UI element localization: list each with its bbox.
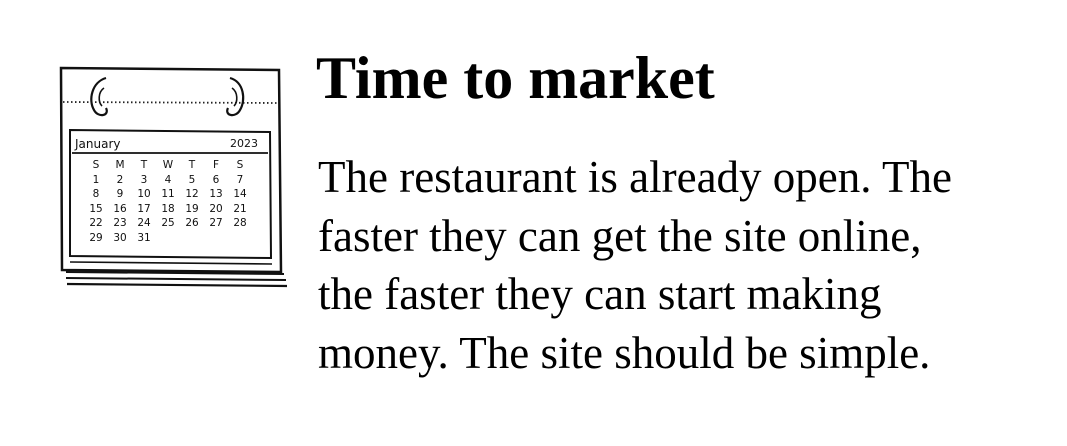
calendar-day: 30 — [113, 231, 127, 244]
calendar-month: January — [75, 137, 121, 151]
calendar-day: 7 — [236, 173, 244, 186]
calendar-day: 23 — [113, 217, 127, 229]
page-title: Time to market — [316, 45, 715, 111]
calendar-day: 5 — [188, 173, 196, 186]
calendar-day: 2 — [116, 173, 124, 186]
calendar-day: 17 — [137, 202, 151, 215]
calendar-day: 4 — [164, 173, 172, 186]
weekday-label: T — [140, 159, 148, 171]
calendar-day: 25 — [161, 217, 175, 229]
body-line: the faster they can start making — [318, 269, 882, 319]
calendar-day: 14 — [233, 188, 247, 200]
calendar-day: 11 — [161, 188, 175, 200]
calendar-year: 2023 — [230, 137, 258, 150]
calendar-day: 1 — [92, 173, 100, 186]
calendar-day: 10 — [137, 188, 151, 200]
body-line: faster they can get the site online, — [318, 210, 922, 261]
weekday-label: W — [162, 159, 174, 171]
weekday-label: S — [92, 159, 100, 171]
calendar-day: 28 — [233, 217, 247, 229]
calendar-day: 21 — [233, 202, 247, 215]
body-line: money. The site should be simple. — [318, 327, 931, 378]
calendar-day: 22 — [89, 217, 103, 229]
calendar-day: 12 — [185, 188, 199, 200]
calendar-day: 6 — [212, 173, 220, 186]
calendar-day: 31 — [137, 231, 151, 244]
calendar-grid: S M T W T F S 1 2 3 4 5 6 7 8 9 10 11 12… — [84, 158, 252, 245]
calendar-day: 13 — [209, 188, 223, 200]
slide: January 2023 S M T W T F S 1 2 3 4 5 6 7… — [0, 0, 1067, 446]
calendar-day: 24 — [137, 217, 151, 229]
calendar-icon: January 2023 S M T W T F S 1 2 3 4 5 6 7… — [58, 66, 288, 292]
calendar-day: 9 — [116, 188, 124, 200]
body-line: The restaurant is already open. The — [318, 152, 952, 202]
calendar-day: 26 — [185, 217, 199, 229]
calendar-day: 18 — [161, 202, 175, 215]
body-paragraph: The restaurant is already open. The fast… — [318, 148, 1038, 382]
weekday-label: M — [115, 159, 125, 171]
calendar-day: 20 — [209, 202, 223, 215]
weekday-label: S — [236, 159, 244, 171]
calendar-day: 15 — [89, 202, 103, 215]
weekday-label: F — [212, 159, 220, 171]
weekday-label: T — [188, 159, 196, 171]
calendar-day: 29 — [89, 231, 103, 244]
calendar-day: 16 — [113, 202, 127, 215]
calendar-day: 19 — [185, 202, 199, 215]
calendar-day: 27 — [209, 217, 223, 229]
calendar-day: 3 — [140, 173, 148, 186]
calendar-day: 8 — [92, 188, 100, 200]
